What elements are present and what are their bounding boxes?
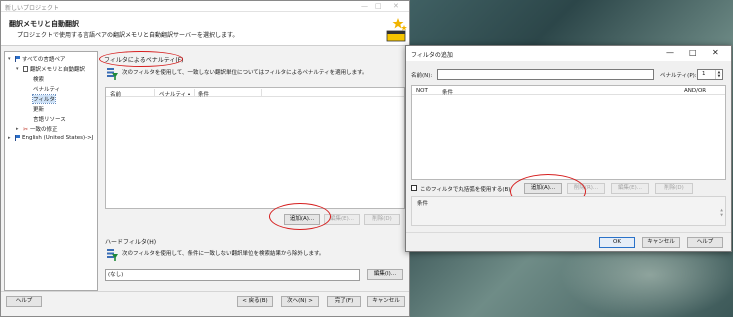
tree-item-search[interactable]: 検索 — [33, 75, 44, 83]
column-divider — [261, 89, 262, 96]
column-header-condition[interactable]: 条件 — [442, 88, 453, 96]
filter-name-input[interactable] — [437, 69, 654, 80]
page-title: 翻訳メモリと自動翻訳 — [9, 20, 79, 28]
tree-item-update[interactable]: 更新 — [33, 105, 44, 113]
column-header-condition[interactable]: 条件 — [198, 90, 209, 98]
hard-filter-description: 次のフィルタを使用して、条件に一致しない翻訳単位を検索結果から除外します。 — [122, 251, 325, 257]
flag-icon — [15, 56, 20, 62]
expand-icon[interactable]: ▾ — [16, 66, 21, 72]
tree-item-penalty[interactable]: ペナルティ — [33, 85, 60, 93]
tree-item-filter[interactable]: フィルタ — [32, 94, 56, 104]
back-button[interactable]: < 戻る(B) — [237, 296, 273, 307]
condition-edit-button[interactable]: 編集(E)... — [611, 183, 649, 194]
expand-icon[interactable]: ▸ — [8, 135, 13, 141]
condition-table[interactable]: NOT 条件 AND/OR — [411, 85, 726, 180]
spin-arrows-icon[interactable]: ▲ ▼ — [715, 70, 722, 79]
add-filter-dialog: フィルタの追加 — □ ✕ 名前(N): ペナルティ(P): 1 ▲ ▼ NOT … — [405, 45, 732, 252]
document-icon — [23, 66, 28, 72]
column-header-and-or[interactable]: AND/OR — [684, 88, 706, 94]
expand-icon[interactable]: ▸ — [16, 126, 21, 132]
column-divider — [194, 89, 195, 96]
table-header: 名前 ペナルティ ▴ 条件 — [106, 88, 404, 98]
hard-filter-edit-button[interactable]: 編集(I)... — [367, 269, 403, 280]
tree-item-label: 翻訳メモリと自動翻訳 — [30, 67, 86, 73]
filter-table[interactable]: 名前 ペナルティ ▴ 条件 — [105, 87, 405, 209]
penalty-label: ペナルティ(P): — [660, 73, 697, 79]
hard-filter-label: ハードフィルタ(H) — [105, 239, 157, 246]
expand-icon[interactable]: ▾ — [8, 56, 13, 62]
annotation-circle — [269, 203, 331, 230]
close-button[interactable]: ✕ — [393, 2, 399, 10]
finish-button[interactable]: 完了(F) — [327, 296, 361, 307]
filter-description: 次のフィルタを使用して、一致しない翻訳単位についてはフィルタによるペナルティを適… — [122, 70, 368, 76]
tree-item-tm-and-mt[interactable]: ▾ 翻訳メモリと自動翻訳 — [16, 65, 85, 73]
column-header-name[interactable]: 名前 — [110, 90, 121, 98]
dialog-titlebar: フィルタの追加 — □ ✕ — [406, 46, 731, 61]
navigation-tree: ▾ すべての言語ペア ▾ 翻訳メモリと自動翻訳 検索 ペナルティ フィルタ 更新… — [4, 51, 98, 291]
tree-item-label: English (United States)->J — [22, 135, 94, 141]
footer-divider — [1, 291, 409, 292]
tree-item-label: 一致の修正 — [30, 127, 58, 133]
tree-item-label: すべての言語ペア — [22, 57, 66, 63]
annotation-circle — [99, 51, 183, 67]
tree-item-label: ペナルティ — [33, 87, 61, 93]
window-title: 新しいプロジェクト — [5, 5, 60, 12]
tree-item-label: 言語リソース — [33, 117, 66, 123]
tool-icon: ✂ — [23, 125, 29, 133]
flag-icon — [15, 135, 20, 141]
penalty-value: 1 — [702, 71, 706, 77]
hard-filter-field[interactable]: (なし) — [105, 269, 360, 281]
minimize-button[interactable]: — — [361, 2, 368, 10]
condition-preview-label: 条件 — [417, 201, 429, 207]
dialog-cancel-button[interactable]: キャンセル — [642, 237, 680, 248]
next-button[interactable]: 次へ(N) > — [281, 296, 319, 307]
tree-item-label: 更新 — [33, 107, 45, 113]
sort-ascending-icon: ▴ — [188, 90, 191, 96]
column-header-penalty[interactable]: ペナルティ — [159, 90, 186, 98]
help-button[interactable]: ヘルプ — [6, 296, 42, 307]
dialog-help-button[interactable]: ヘルプ — [687, 237, 723, 248]
filter-list-icon — [107, 249, 118, 261]
filter-list-icon — [107, 68, 118, 80]
new-project-window: 新しいプロジェクト — □ ✕ 翻訳メモリと自動翻訳 プロジェクトで使用する言語… — [0, 0, 410, 317]
ok-button[interactable]: OK — [599, 237, 635, 248]
maximize-button[interactable]: □ — [375, 2, 382, 10]
tree-item-label: 検索 — [33, 77, 45, 83]
use-parentheses-checkbox[interactable] — [411, 185, 417, 191]
dialog-close-button[interactable]: ✕ — [712, 48, 719, 57]
tree-item-language-resources[interactable]: 言語リソース — [33, 115, 66, 123]
tree-item-all-language-pairs[interactable]: ▾ すべての言語ペア — [8, 55, 65, 63]
filter-delete-button[interactable]: 削除(D) — [364, 214, 400, 225]
tree-item-match-repair[interactable]: ▸ ✂ 一致の修正 — [16, 125, 58, 134]
dialog-minimize-button[interactable]: — — [666, 48, 674, 57]
use-parentheses-label: このフィルタで丸括弧を使用する(B) — [420, 187, 511, 193]
table-header: NOT 条件 AND/OR — [412, 86, 725, 96]
window-titlebar: 新しいプロジェクト — □ ✕ — [1, 1, 409, 12]
condition-preview: 条件 ▲ ▼ — [411, 196, 726, 226]
dialog-divider — [406, 232, 731, 233]
dialog-maximize-button[interactable]: □ — [689, 48, 697, 57]
column-header-not[interactable]: NOT — [416, 88, 428, 94]
penalty-stepper[interactable]: 1 ▲ ▼ — [697, 69, 723, 80]
tree-item-label: フィルタ — [32, 94, 56, 104]
dialog-title: フィルタの追加 — [411, 52, 453, 59]
wizard-star-icon — [386, 18, 407, 42]
page-subtitle: プロジェクトで使用する言語ペアの翻訳メモリと自動翻訳サーバーを選択します。 — [17, 32, 239, 39]
scroll-arrows-icon[interactable]: ▲ ▼ — [720, 208, 723, 218]
condition-remove-button[interactable]: 削除(D) — [655, 183, 693, 194]
wizard-header: 翻訳メモリと自動翻訳 プロジェクトで使用する言語ペアの翻訳メモリと自動翻訳サーバ… — [1, 12, 409, 46]
column-divider — [154, 89, 155, 96]
tree-item-english-us[interactable]: ▸ English (United States)->J — [8, 135, 93, 141]
cancel-button[interactable]: キャンセル — [367, 296, 405, 307]
name-label: 名前(N): — [411, 73, 433, 79]
